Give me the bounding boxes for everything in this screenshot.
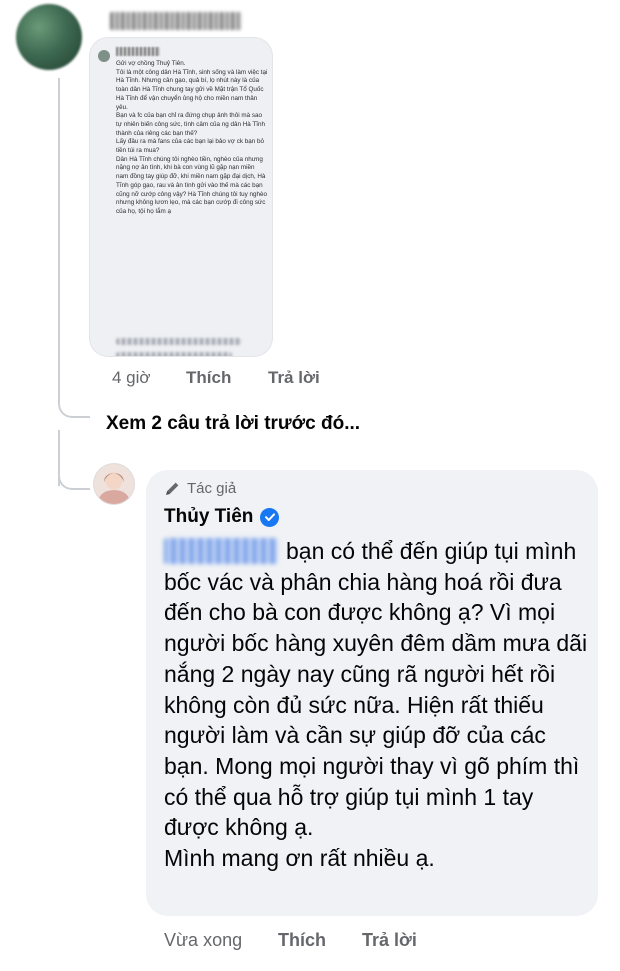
screenshot-avatar [98, 50, 110, 62]
author-name[interactable]: Thủy Tiên [164, 506, 253, 528]
reply-like-button[interactable]: Thích [278, 930, 326, 951]
reply-time[interactable]: Vừa xong [164, 930, 242, 951]
thread-connector [58, 398, 90, 418]
thread-connector [58, 470, 90, 490]
author-name-row: Thủy Tiên [164, 506, 280, 528]
verified-badge-icon [260, 507, 280, 527]
thread-line [58, 78, 60, 398]
top-comment-like-button[interactable]: Thích [186, 368, 231, 388]
author-badge: Tác giả [164, 480, 236, 497]
see-previous-replies-link[interactable]: Xem 2 câu trả lời trước đó... [106, 413, 360, 435]
pencil-icon [166, 482, 179, 495]
top-comment-reply-button[interactable]: Trả lời [268, 368, 320, 388]
reply-body-text: bạn có thể đến giúp tụi mình bốc vác và … [164, 538, 588, 872]
screenshot-redacted-line [116, 352, 232, 356]
top-comment-time[interactable]: 4 giờ [112, 368, 151, 388]
reply-reply-button[interactable]: Trả lời [362, 930, 417, 951]
author-avatar-image [94, 464, 134, 504]
author-avatar[interactable] [94, 464, 134, 504]
screenshot-name-redacted [116, 47, 160, 56]
screenshot-text: Gửi vợ chồng Thuỷ Tiên. Tôi là một công … [116, 60, 268, 215]
commenter-avatar[interactable] [16, 4, 82, 70]
screenshot-redacted-line [116, 338, 242, 345]
reply-body: bạn có thể đến giúp tụi mình bốc vác và … [164, 536, 594, 874]
attached-screenshot[interactable]: Gửi vợ chồng Thuỷ Tiên. Tôi là một công … [90, 38, 272, 356]
author-badge-label: Tác giả [187, 480, 237, 497]
commenter-name-redacted[interactable] [110, 12, 242, 30]
